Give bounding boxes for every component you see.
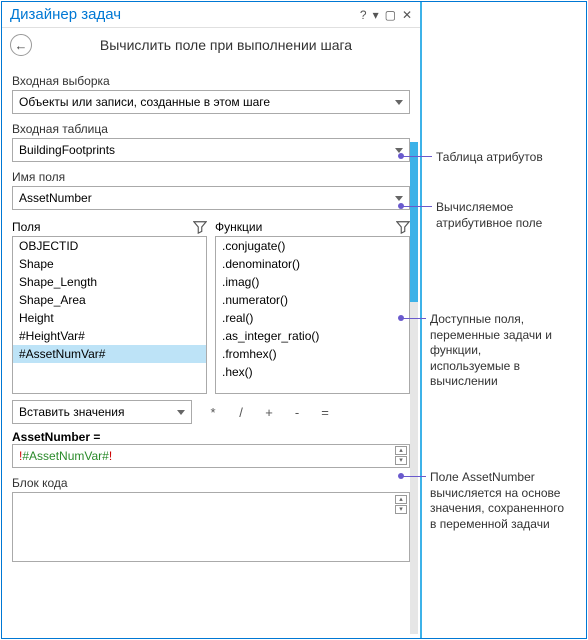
list-item[interactable]: Shape_Area: [13, 291, 206, 309]
window-title: Дизайнер задач: [10, 6, 360, 23]
list-item[interactable]: .conjugate(): [216, 237, 409, 255]
list-item[interactable]: .real(): [216, 309, 409, 327]
maximize-icon[interactable]: ▢: [385, 8, 396, 22]
filter-icon[interactable]: [193, 220, 207, 234]
list-item[interactable]: Shape: [13, 255, 206, 273]
operator-button[interactable]: +: [260, 405, 278, 420]
titlebar: Дизайнер задач ? ▾ ▢ ✕: [2, 2, 420, 28]
expr-variable: #AssetNumVar#: [22, 449, 108, 463]
expr-spinner-down[interactable]: ▾: [395, 456, 407, 465]
input-selection-value: Объекты или записи, созданные в этом шаг…: [19, 95, 270, 109]
input-table-dropdown[interactable]: BuildingFootprints: [12, 138, 410, 162]
list-item[interactable]: .numerator(): [216, 291, 409, 309]
fields-listbox[interactable]: OBJECTIDShapeShape_LengthShape_AreaHeigh…: [12, 236, 207, 394]
list-item[interactable]: Height: [13, 309, 206, 327]
label-input-selection: Входная выборка: [12, 74, 410, 88]
label-input-table: Входная таблица: [12, 122, 410, 136]
list-item[interactable]: .as_integer_ratio(): [216, 327, 409, 345]
expr-spinner-up[interactable]: ▴: [395, 446, 407, 455]
label-field-name: Имя поля: [12, 170, 410, 184]
operator-button[interactable]: -: [288, 405, 306, 420]
list-item[interactable]: OBJECTID: [13, 237, 206, 255]
input-table-value: BuildingFootprints: [19, 143, 115, 157]
annotation-expression: Поле AssetNumber вычисляется на основе з…: [430, 470, 565, 532]
list-item[interactable]: Shape_Length: [13, 273, 206, 291]
close-icon[interactable]: ✕: [402, 8, 412, 22]
operator-button[interactable]: *: [204, 405, 222, 420]
annotation-field: Вычисляемое атрибутивное поле: [436, 200, 556, 231]
list-item[interactable]: #HeightVar#: [13, 327, 206, 345]
functions-header: Функции: [215, 220, 262, 234]
operator-button[interactable]: =: [316, 405, 334, 420]
input-selection-dropdown[interactable]: Объекты или записи, созданные в этом шаг…: [12, 90, 410, 114]
fields-header: Поля: [12, 220, 41, 234]
insert-values-label: Вставить значения: [19, 405, 125, 419]
field-name-value: AssetNumber: [19, 191, 92, 205]
help-icon[interactable]: ?: [360, 8, 367, 22]
page-subtitle: Вычислить поле при выполнении шага: [40, 37, 412, 53]
list-item[interactable]: .hex(): [216, 363, 409, 381]
dropdown-icon[interactable]: ▾: [373, 8, 379, 22]
back-button[interactable]: ←: [10, 34, 32, 56]
annotation-table: Таблица атрибутов: [436, 150, 543, 166]
code-block-input[interactable]: ▴ ▾: [12, 492, 410, 562]
label-code-block: Блок кода: [12, 476, 410, 490]
functions-listbox[interactable]: .conjugate().denominator().imag().numera…: [215, 236, 410, 394]
annotation-lists: Доступные поля, переменные задачи и функ…: [430, 312, 560, 390]
expression-label: AssetNumber =: [12, 430, 410, 444]
list-item[interactable]: #AssetNumVar#: [13, 345, 206, 363]
insert-values-dropdown[interactable]: Вставить значения: [12, 400, 192, 424]
list-item[interactable]: .denominator(): [216, 255, 409, 273]
operator-button[interactable]: /: [232, 405, 250, 420]
expr-bang-close: !: [109, 449, 112, 463]
list-item[interactable]: .fromhex(): [216, 345, 409, 363]
expression-input[interactable]: !#AssetNumVar#! ▴ ▾: [12, 444, 410, 468]
field-name-dropdown[interactable]: AssetNumber: [12, 186, 410, 210]
list-item[interactable]: .imag(): [216, 273, 409, 291]
